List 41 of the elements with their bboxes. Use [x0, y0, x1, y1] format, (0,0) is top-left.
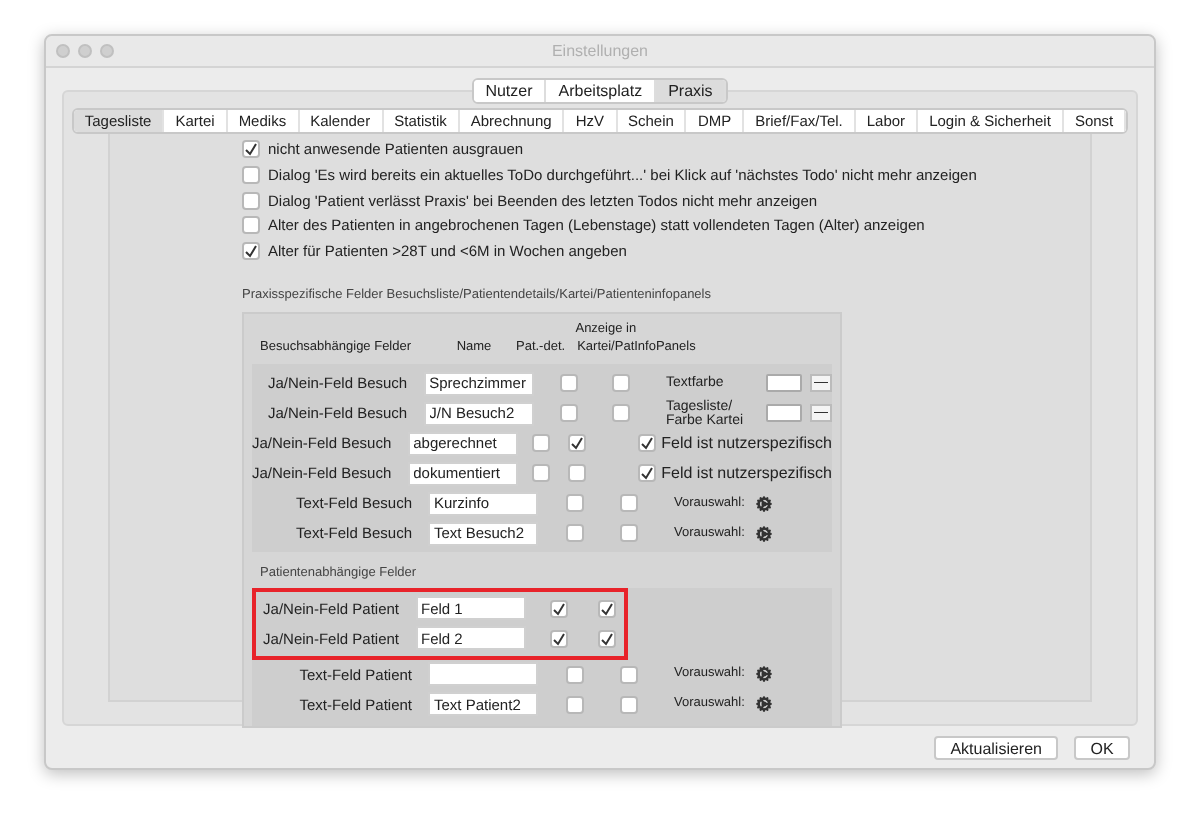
checkbox[interactable]: [568, 464, 587, 482]
checkbox[interactable]: [565, 695, 583, 714]
checkbox[interactable]: [559, 404, 578, 422]
checkbox[interactable]: [611, 374, 630, 392]
segment-tab[interactable]: Nutzer: [473, 80, 547, 102]
checkbox[interactable]: [611, 404, 630, 422]
dialog-button[interactable]: Aktualisieren: [934, 736, 1058, 760]
checkbox-label: Feld ist nutzerspezifisch: [661, 461, 832, 485]
checkbox[interactable]: [568, 434, 587, 452]
color-swatch[interactable]: [766, 404, 802, 422]
checkbox[interactable]: [549, 629, 567, 648]
checkbox[interactable]: [619, 695, 637, 714]
checkbox[interactable]: [242, 165, 260, 184]
window-title: Einstellungen: [551, 39, 649, 63]
checkbox[interactable]: [559, 374, 578, 392]
checkbox[interactable]: [565, 494, 583, 512]
checkbox[interactable]: [619, 494, 637, 512]
checkbox[interactable]: [565, 665, 583, 684]
checkbox[interactable]: [637, 434, 656, 452]
checkbox[interactable]: [242, 242, 260, 261]
checkbox[interactable]: [619, 665, 637, 684]
checkbox[interactable]: [532, 464, 551, 482]
checkbox[interactable]: [637, 464, 656, 482]
checkbox[interactable]: [598, 629, 617, 648]
checkbox[interactable]: [619, 524, 637, 542]
checkbox[interactable]: [242, 140, 260, 159]
settings-icon[interactable]: [756, 525, 773, 541]
checkbox-label: Feld ist nutzerspezifisch: [661, 431, 832, 455]
settings-icon[interactable]: [756, 696, 773, 713]
dialog-button[interactable]: OK: [1074, 736, 1130, 760]
checkbox[interactable]: [565, 524, 583, 542]
color-swatch[interactable]: [766, 374, 802, 392]
field-name-input[interactable]: [428, 662, 538, 687]
segment-tab[interactable]: Praxis: [656, 80, 727, 102]
checkbox[interactable]: [242, 216, 260, 235]
checkbox[interactable]: [242, 191, 260, 210]
checkbox[interactable]: [598, 599, 617, 618]
settings-icon[interactable]: [756, 666, 773, 683]
checkbox[interactable]: [532, 434, 551, 452]
settings-icon[interactable]: [756, 495, 773, 511]
checkbox[interactable]: [549, 599, 567, 618]
